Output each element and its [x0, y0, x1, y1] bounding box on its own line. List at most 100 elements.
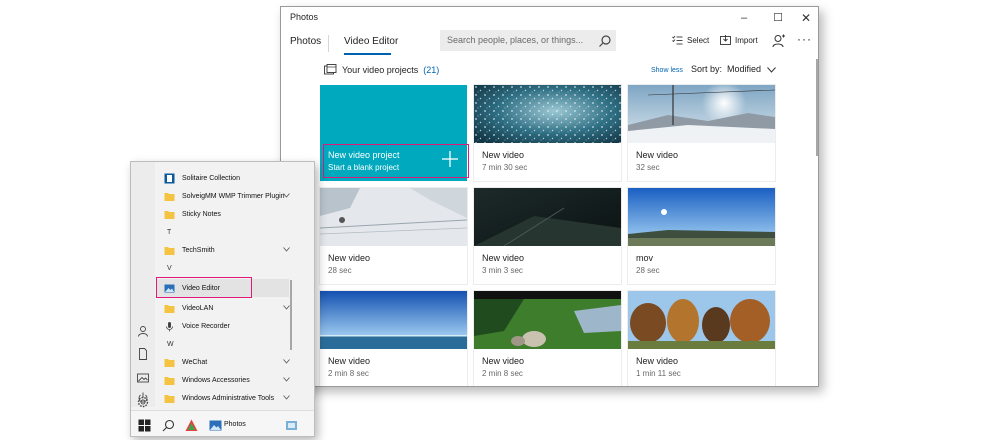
microphone-icon: [166, 321, 173, 331]
app-techsmith-folder[interactable]: TechSmith: [159, 241, 314, 259]
folder-icon: [164, 246, 175, 255]
window-title: Photos: [290, 12, 319, 22]
search-icon[interactable]: [598, 34, 612, 48]
video-project-name: New video: [482, 150, 525, 160]
video-thumbnail: [628, 188, 775, 246]
select-button[interactable]: Select: [672, 35, 709, 45]
video-project-name: mov: [636, 253, 654, 263]
app-videolan-folder[interactable]: VideoLAN: [159, 299, 314, 317]
projects-count: (21): [423, 64, 440, 75]
folder-icon: [164, 394, 175, 403]
video-project-name: New video: [482, 253, 525, 263]
video-project-card[interactable]: New video 2 min 8 sec: [474, 291, 621, 386]
user-icon[interactable]: [137, 325, 149, 337]
app-label: Voice Recorder: [182, 322, 230, 330]
app-sticky-notes[interactable]: Sticky Notes: [159, 205, 314, 223]
scrollbar[interactable]: [816, 59, 818, 156]
chevron-down-icon: [283, 247, 290, 252]
chevron-down-icon[interactable]: [767, 67, 776, 73]
taskbar-photos-label[interactable]: Photos: [224, 421, 246, 428]
video-project-name: New video: [328, 253, 371, 263]
video-thumbnail: [628, 85, 775, 143]
pictures-icon[interactable]: [137, 372, 149, 384]
folder-icon: [164, 192, 175, 201]
show-less-link[interactable]: Show less: [651, 67, 683, 74]
folder-icon: [164, 358, 175, 367]
folder-icon: [164, 304, 175, 313]
nav-bar: Photos Video Editor Search people, place…: [281, 29, 818, 57]
video-project-card[interactable]: New video 7 min 30 sec: [474, 85, 621, 181]
pinned-app-icon[interactable]: [185, 419, 198, 432]
close-button[interactable]: ✕: [789, 8, 818, 28]
chevron-down-icon: [283, 359, 290, 364]
video-project-duration: 3 min 3 sec: [482, 266, 523, 275]
folder-icon: [164, 210, 175, 219]
app-voice-recorder[interactable]: Voice Recorder: [159, 317, 314, 335]
windows-start-icon[interactable]: [138, 419, 151, 432]
video-project-icon: [324, 64, 337, 75]
app-label: TechSmith: [182, 246, 215, 254]
video-editor-highlight: [156, 277, 252, 298]
minimize-button[interactable]: –: [727, 8, 761, 28]
title-bar: Photos – ☐ ✕: [281, 7, 818, 29]
app-label: Sticky Notes: [182, 210, 221, 218]
sort-dropdown[interactable]: Modified: [727, 64, 761, 74]
section-letter-v[interactable]: V: [167, 259, 314, 277]
app-label: Windows Administrative Tools: [182, 394, 275, 402]
video-project-duration: 28 sec: [636, 266, 660, 275]
tab-divider: [328, 35, 329, 52]
projects-header: Your video projects (21): [324, 64, 439, 75]
section-letter-t[interactable]: T: [167, 223, 314, 241]
app-solitaire-collection[interactable]: Solitaire Collection: [159, 169, 314, 187]
video-project-card[interactable]: mov 28 sec: [628, 188, 775, 284]
video-project-name: New video: [636, 356, 679, 366]
section-letter-w[interactable]: W: [167, 335, 314, 353]
photos-app-icon[interactable]: [209, 419, 222, 432]
more-options-button[interactable]: ···: [797, 32, 812, 46]
photos-window: Photos – ☐ ✕ Photos Video Editor Search …: [280, 6, 819, 387]
video-thumbnail: [474, 188, 621, 246]
app-windows-accessories-folder[interactable]: Windows Accessories: [159, 371, 314, 389]
person-icon[interactable]: [772, 34, 786, 48]
letter-label: V: [167, 264, 172, 272]
search-icon[interactable]: [162, 419, 175, 432]
video-project-card[interactable]: New video 1 min 11 sec: [628, 291, 775, 386]
video-project-duration: 2 min 8 sec: [328, 369, 369, 378]
chevron-down-icon: [283, 193, 290, 198]
folder-icon: [164, 376, 175, 385]
tab-video-editor[interactable]: Video Editor: [344, 36, 398, 47]
sort-by-label: Sort by:: [691, 64, 723, 74]
video-project-name: New video: [636, 150, 679, 160]
start-rail: [131, 162, 155, 408]
video-project-card[interactable]: New video 2 min 8 sec: [320, 291, 467, 386]
video-project-duration: 28 sec: [328, 266, 352, 275]
documents-icon[interactable]: [137, 348, 149, 360]
app-wechat-folder[interactable]: WeChat: [159, 353, 314, 371]
app-windows-admin-tools-folder[interactable]: Windows Administrative Tools: [159, 389, 314, 407]
active-tab-indicator: [344, 53, 391, 55]
chevron-down-icon: [283, 377, 290, 382]
video-project-name: New video: [328, 356, 371, 366]
start-menu: Solitaire Collection SolveigMM WMP Trimm…: [130, 161, 315, 437]
import-icon: [720, 35, 731, 45]
app-solveigmm-folder[interactable]: SolveigMM WMP Trimmer Plugin: [159, 187, 314, 205]
app-label: Windows Accessories: [182, 376, 250, 384]
video-project-duration: 32 sec: [636, 163, 660, 172]
chevron-down-icon: [283, 395, 290, 400]
pinned-app-icon[interactable]: [285, 419, 298, 432]
power-icon[interactable]: [137, 392, 149, 404]
video-project-card[interactable]: New video 32 sec: [628, 85, 775, 181]
app-label: WeChat: [182, 358, 208, 366]
tab-photos[interactable]: Photos: [290, 36, 321, 47]
video-project-card[interactable]: New video 28 sec: [320, 188, 467, 284]
video-project-card[interactable]: New video 3 min 3 sec: [474, 188, 621, 284]
app-label: SolveigMM WMP Trimmer Plugin: [182, 192, 285, 200]
projects-title: Your video projects: [342, 64, 419, 75]
import-label: Import: [735, 35, 758, 45]
video-thumbnail: [628, 291, 775, 349]
import-button[interactable]: Import: [720, 35, 758, 45]
search-box[interactable]: Search people, places, or things...: [440, 30, 616, 51]
video-project-name: New video: [482, 356, 525, 366]
select-label: Select: [687, 35, 710, 45]
search-input[interactable]: Search people, places, or things...: [447, 35, 583, 45]
